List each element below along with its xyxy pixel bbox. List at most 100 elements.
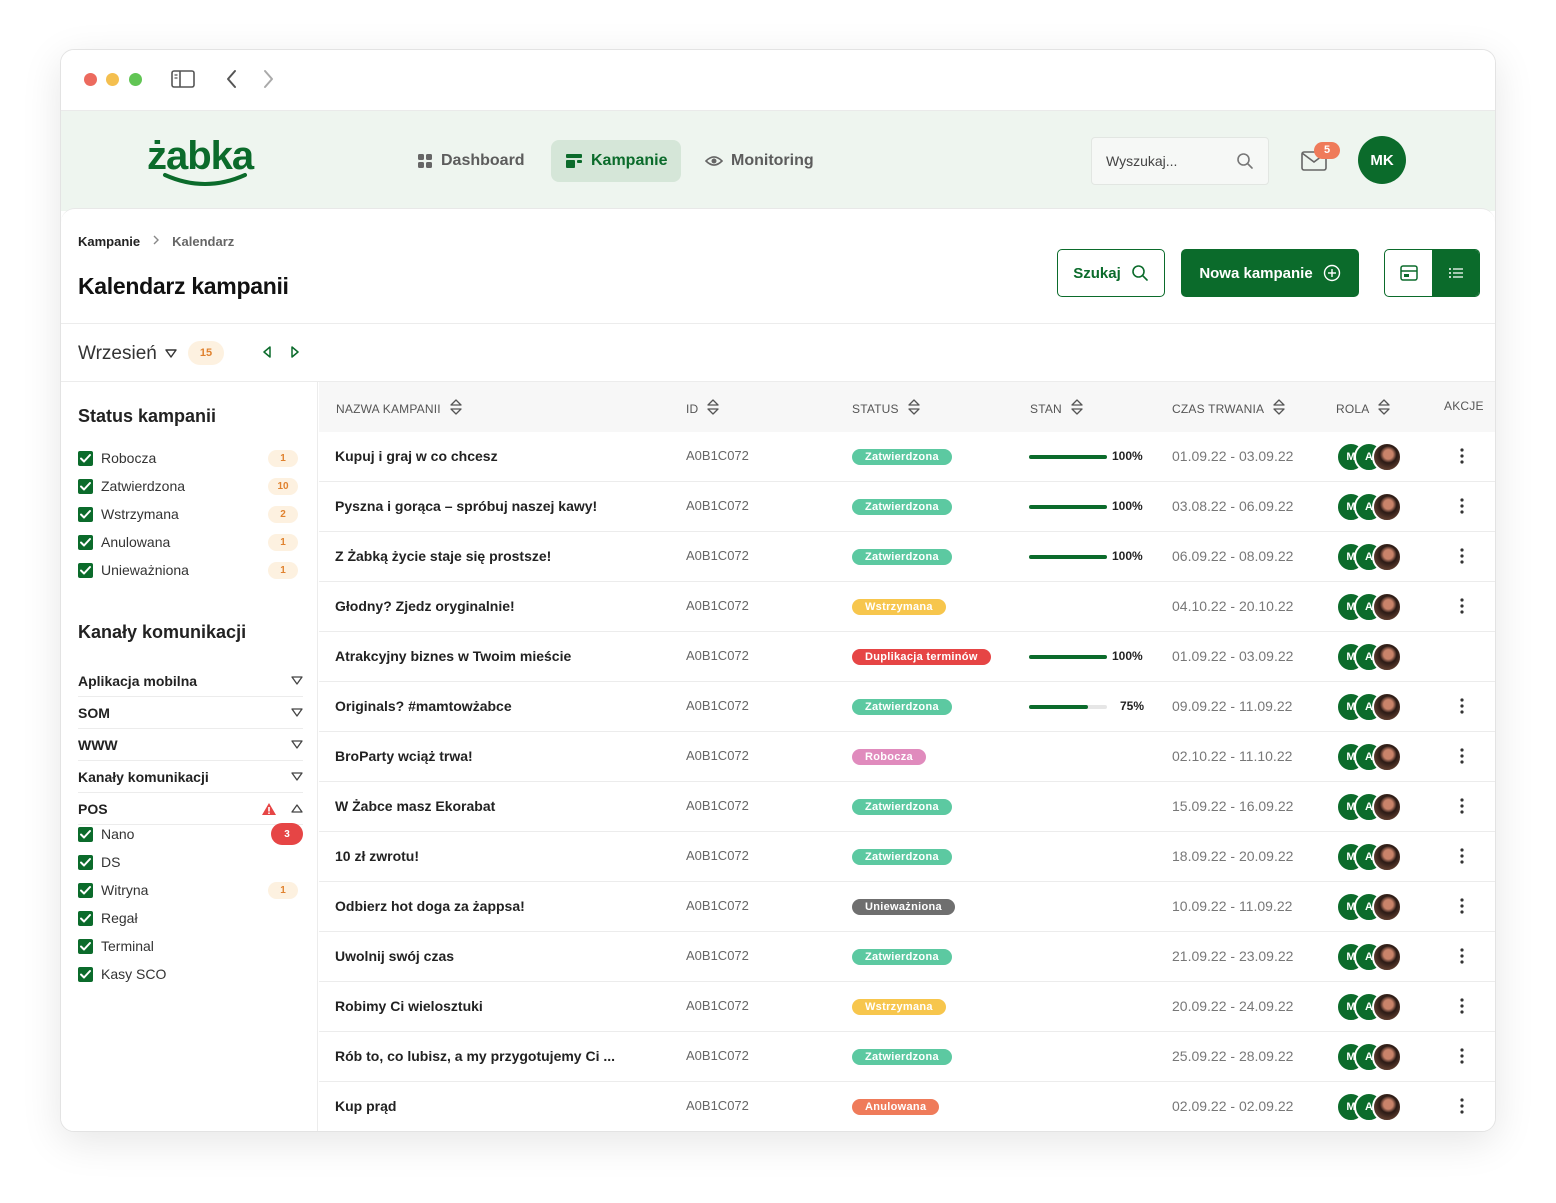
- checkbox-status-4[interactable]: Unieważniona: [78, 560, 189, 580]
- row-actions-button[interactable]: [1459, 897, 1465, 920]
- checkbox-checked-icon[interactable]: [78, 562, 93, 578]
- row-actions-button[interactable]: [1459, 947, 1465, 970]
- new-campaign-button[interactable]: Nowa kampanie: [1181, 249, 1359, 297]
- table-row[interactable]: Głodny? Zjedz oryginalnie! A0B1C072 Wstrzy…: [319, 582, 1495, 632]
- table-row[interactable]: Odbierz hot doga za żappsa! A0B1C072 Uniew…: [319, 882, 1495, 932]
- campaign-name[interactable]: Z Żabką życie staje się prostsze!: [335, 548, 551, 564]
- checkbox-checked-icon[interactable]: [78, 478, 93, 494]
- row-actions-button[interactable]: [1459, 747, 1465, 770]
- table-row[interactable]: Uwolnij swój czas A0B1C072 Zatwierdzona 21.…: [319, 932, 1495, 982]
- role-avatars[interactable]: MA: [1336, 442, 1406, 472]
- back-arrow-icon[interactable]: [224, 68, 240, 95]
- calendar-view-button[interactable]: [1385, 250, 1432, 296]
- role-avatars[interactable]: MA: [1336, 842, 1406, 872]
- column-header-role[interactable]: ROLA: [1336, 399, 1391, 418]
- role-avatars[interactable]: MA: [1336, 1042, 1406, 1072]
- row-actions-button[interactable]: [1459, 497, 1465, 520]
- channel-accordion-3[interactable]: Kanały komunikacji: [78, 761, 303, 793]
- checkbox-pos-2[interactable]: Witryna: [78, 880, 148, 900]
- role-avatars[interactable]: MA: [1336, 592, 1406, 622]
- checkbox-pos-0[interactable]: Nano: [78, 824, 134, 844]
- row-actions-button[interactable]: [1459, 697, 1465, 720]
- row-actions-button[interactable]: [1459, 597, 1465, 620]
- column-header-duration[interactable]: CZAS TRWANIA: [1172, 399, 1286, 418]
- sidebar-toggle-icon[interactable]: [171, 68, 195, 95]
- table-row[interactable]: 10 zł zwrotu! A0B1C072 Zatwierdzona 18.09.2…: [319, 832, 1495, 882]
- role-avatars[interactable]: MA: [1336, 542, 1406, 572]
- table-row[interactable]: Kupuj i graj w co chcesz A0B1C072 Zatwierd…: [319, 432, 1495, 482]
- campaign-name[interactable]: Robimy Ci wieloszt​uki: [335, 998, 483, 1014]
- campaign-name[interactable]: W Żabce masz Ekorabat: [335, 798, 495, 814]
- checkbox-checked-icon[interactable]: [78, 450, 93, 466]
- role-avatars[interactable]: MA: [1336, 492, 1406, 522]
- row-actions-button[interactable]: [1459, 797, 1465, 820]
- checkbox-pos-1[interactable]: DS: [78, 852, 120, 872]
- column-header-name[interactable]: NAZWA KAMPANII: [336, 399, 463, 418]
- checkbox-status-3[interactable]: Anulowana: [78, 532, 170, 552]
- column-header-id[interactable]: ID: [686, 399, 720, 418]
- role-avatars[interactable]: MA: [1336, 1092, 1406, 1122]
- row-actions-button[interactable]: [1459, 447, 1465, 470]
- checkbox-pos-3[interactable]: Regał: [78, 908, 138, 928]
- close-window-button[interactable]: [84, 73, 97, 86]
- search-button[interactable]: Szukaj: [1057, 249, 1165, 297]
- month-selector[interactable]: Wrzesień: [78, 343, 177, 365]
- nav-monitoring[interactable]: Monitoring: [691, 140, 828, 182]
- role-avatars[interactable]: MA: [1336, 892, 1406, 922]
- breadcrumb-root[interactable]: Kampanie: [78, 234, 140, 249]
- maximize-window-button[interactable]: [129, 73, 142, 86]
- channel-accordion-2[interactable]: WWW: [78, 729, 303, 761]
- table-row[interactable]: W Żabce masz Ekorabat A0B1C072 Zatwierdzon…: [319, 782, 1495, 832]
- checkbox-checked-icon[interactable]: [78, 910, 93, 926]
- user-avatar[interactable]: MK: [1358, 136, 1406, 184]
- checkbox-checked-icon[interactable]: [78, 938, 93, 954]
- row-actions-button[interactable]: [1459, 1097, 1465, 1120]
- campaign-name[interactable]: Atrakcyjny biznes w Twoim mieście: [335, 648, 571, 664]
- checkbox-checked-icon[interactable]: [78, 882, 93, 898]
- checkbox-pos-4[interactable]: Terminal: [78, 936, 154, 956]
- role-avatars[interactable]: MA: [1336, 692, 1406, 722]
- role-avatars[interactable]: MA: [1336, 742, 1406, 772]
- table-row[interactable]: BroParty wciąż trwa! A0B1C072 Robocza 02.10…: [319, 732, 1495, 782]
- checkbox-checked-icon[interactable]: [78, 854, 93, 870]
- checkbox-checked-icon[interactable]: [78, 966, 93, 982]
- checkbox-pos-5[interactable]: Kasy SCO: [78, 964, 166, 984]
- table-row[interactable]: Rób to, co lubisz, a my przygotujemy Ci …: [319, 1032, 1495, 1082]
- role-avatars[interactable]: MA: [1336, 942, 1406, 972]
- checkbox-checked-icon[interactable]: [78, 506, 93, 522]
- role-avatars[interactable]: MA: [1336, 792, 1406, 822]
- search-icon[interactable]: [1236, 152, 1254, 170]
- checkbox-checked-icon[interactable]: [78, 534, 93, 550]
- minimize-window-button[interactable]: [106, 73, 119, 86]
- campaign-name[interactable]: Kupuj i graj w co chcesz: [335, 448, 498, 464]
- table-row[interactable]: Z Żabką życie staje się prostsze! A0B1C07…: [319, 532, 1495, 582]
- row-actions-button[interactable]: [1459, 1047, 1465, 1070]
- campaign-name[interactable]: Kup prąd: [335, 1098, 396, 1114]
- search-input[interactable]: [1106, 153, 1226, 169]
- next-month-button[interactable]: [290, 345, 300, 363]
- campaign-name[interactable]: Odbierz hot doga za żappsa!: [335, 898, 525, 914]
- checkbox-status-0[interactable]: Robocza: [78, 448, 156, 468]
- campaign-name[interactable]: Rób to, co lubisz, a my przygotujemy Ci …: [335, 1048, 615, 1064]
- role-avatars[interactable]: MA: [1336, 992, 1406, 1022]
- table-row[interactable]: Atrakcyjny biznes w Twoim mieście A0B1C07…: [319, 632, 1495, 682]
- campaign-name[interactable]: 10 zł zwrotu!: [335, 848, 419, 864]
- list-view-button[interactable]: [1432, 250, 1479, 296]
- table-row[interactable]: Originals? #mamtowżabce A0B1C072 Zatwierdz…: [319, 682, 1495, 732]
- row-actions-button[interactable]: [1459, 847, 1465, 870]
- table-row[interactable]: Kup prąd A0B1C072 Anulowana 02.09.22 - 02.0…: [319, 1082, 1495, 1131]
- nav-dashboard[interactable]: Dashboard: [403, 140, 539, 182]
- column-header-stan[interactable]: STAN: [1030, 399, 1084, 418]
- channel-accordion-0[interactable]: Aplikacja mobilna: [78, 665, 303, 697]
- campaign-name[interactable]: Uwolnij swój czas: [335, 948, 454, 964]
- campaign-name[interactable]: Głodny? Zjedz oryginalnie!: [335, 598, 515, 614]
- campaign-name[interactable]: Originals? #mamtowżabce: [335, 698, 512, 714]
- channel-accordion-1[interactable]: SOM: [78, 697, 303, 729]
- column-header-status[interactable]: STATUS: [852, 399, 921, 418]
- channel-accordion-4[interactable]: POS: [78, 793, 303, 825]
- global-search[interactable]: [1091, 137, 1269, 185]
- checkbox-checked-icon[interactable]: [78, 826, 93, 842]
- table-row[interactable]: Robimy Ci wieloszt​uki A0B1C072 Wstrzymana…: [319, 982, 1495, 1032]
- campaign-name[interactable]: BroParty wciąż trwa!: [335, 748, 473, 764]
- role-avatars[interactable]: MA: [1336, 642, 1406, 672]
